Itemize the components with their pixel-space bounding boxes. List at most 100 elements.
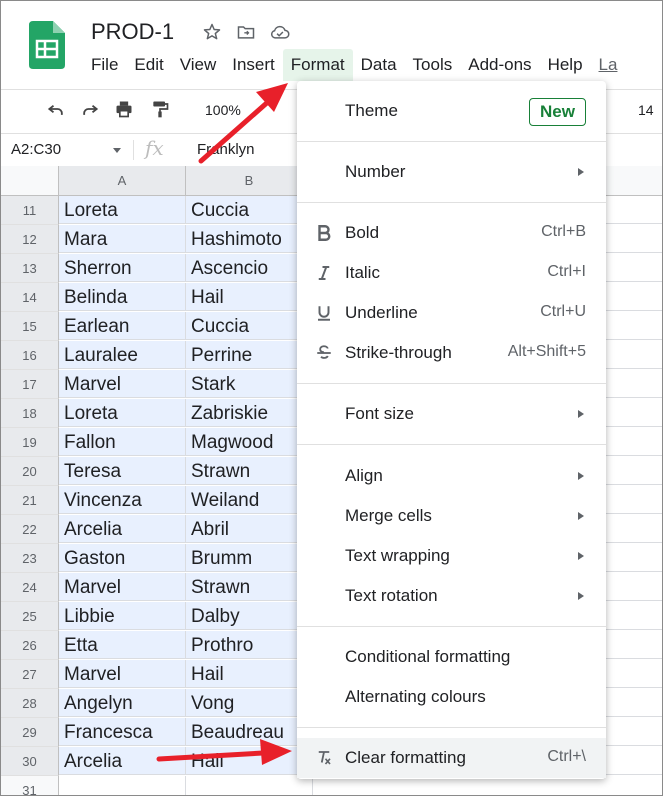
cell-last-name[interactable]: Abril <box>186 515 313 543</box>
cell-first-name[interactable]: Belinda <box>59 283 186 311</box>
cell-last-name[interactable]: Zabriskie <box>186 399 313 427</box>
menu-help[interactable]: Help <box>540 49 591 81</box>
row-header[interactable]: 26 <box>1 631 59 660</box>
row-header[interactable]: 15 <box>1 312 59 341</box>
last-edit-link[interactable]: La <box>591 49 626 81</box>
cell-first-name[interactable] <box>59 776 186 795</box>
row-header[interactable]: 12 <box>1 225 59 254</box>
cell-first-name[interactable]: Arcelia <box>59 747 186 775</box>
formula-input[interactable]: Franklyn <box>197 141 255 158</box>
move-to-folder-icon[interactable] <box>235 21 257 43</box>
menu-view[interactable]: View <box>172 49 225 81</box>
row-header[interactable]: 21 <box>1 486 59 515</box>
cell-first-name[interactable]: Marvel <box>59 370 186 398</box>
row-header[interactable]: 16 <box>1 341 59 370</box>
row-header[interactable]: 24 <box>1 573 59 602</box>
cell-last-name[interactable]: Strawn <box>186 573 313 601</box>
select-all-corner[interactable] <box>1 166 59 196</box>
format-menu-underline[interactable]: Underline Ctrl+U <box>297 293 606 333</box>
row-header[interactable]: 23 <box>1 544 59 573</box>
name-box-caret-icon[interactable] <box>113 148 121 153</box>
row-header[interactable]: 11 <box>1 196 59 225</box>
menu-tools[interactable]: Tools <box>405 49 461 81</box>
cell-first-name[interactable]: Earlean <box>59 312 186 340</box>
format-menu-bold[interactable]: Bold Ctrl+B <box>297 213 606 253</box>
cell-first-name[interactable]: Fallon <box>59 428 186 456</box>
row-header[interactable]: 22 <box>1 515 59 544</box>
cell-last-name[interactable]: Strawn <box>186 457 313 485</box>
cell-first-name[interactable]: Etta <box>59 631 186 659</box>
row-header[interactable]: 27 <box>1 660 59 689</box>
document-title[interactable]: PROD-1 <box>91 19 174 45</box>
row-header[interactable]: 25 <box>1 602 59 631</box>
cell-first-name[interactable]: Arcelia <box>59 515 186 543</box>
cell-last-name[interactable]: Stark <box>186 370 313 398</box>
cell-first-name[interactable]: Marvel <box>59 573 186 601</box>
format-menu-clear-formatting[interactable]: Clear formatting Ctrl+\ <box>297 738 606 778</box>
cell-last-name[interactable]: Ascencio <box>186 254 313 282</box>
row-header[interactable]: 31 <box>1 776 59 795</box>
star-icon[interactable] <box>201 21 223 43</box>
format-menu-alternating-colours[interactable]: Alternating colours <box>297 677 606 717</box>
format-menu-italic[interactable]: Italic Ctrl+I <box>297 253 606 293</box>
cell-last-name[interactable]: Prothro <box>186 631 313 659</box>
cell-first-name[interactable]: Vincenza <box>59 486 186 514</box>
cloud-saved-icon[interactable] <box>269 21 291 43</box>
cell-first-name[interactable]: Mara <box>59 225 186 253</box>
cell-first-name[interactable]: Gaston <box>59 544 186 572</box>
row-header[interactable]: 30 <box>1 747 59 776</box>
format-menu-align[interactable]: Align <box>297 456 606 496</box>
cell-first-name[interactable]: Lauralee <box>59 341 186 369</box>
redo-icon[interactable] <box>79 98 101 120</box>
paint-format-icon[interactable] <box>149 98 171 120</box>
menu-file[interactable]: File <box>83 49 126 81</box>
row-header[interactable]: 13 <box>1 254 59 283</box>
sheets-logo-icon[interactable] <box>29 21 65 69</box>
menu-format[interactable]: Format <box>282 49 353 81</box>
cell-last-name[interactable]: Magwood <box>186 428 313 456</box>
cell-last-name[interactable]: Hashimoto <box>186 225 313 253</box>
row-header[interactable]: 18 <box>1 399 59 428</box>
cell-last-name[interactable]: Cuccia <box>186 196 313 224</box>
cell-last-name[interactable]: Hail <box>186 660 313 688</box>
format-menu-number[interactable]: Number <box>297 152 606 192</box>
format-menu-strike-through[interactable]: Strike-through Alt+Shift+5 <box>297 333 606 373</box>
cell-last-name[interactable]: Vong <box>186 689 313 717</box>
cell-first-name[interactable]: Loreta <box>59 196 186 224</box>
row-header[interactable]: 29 <box>1 718 59 747</box>
font-size-input[interactable]: 14 <box>638 102 654 118</box>
row-header[interactable]: 20 <box>1 457 59 486</box>
cell-last-name[interactable]: Brumm <box>186 544 313 572</box>
cell-first-name[interactable]: Libbie <box>59 602 186 630</box>
format-menu-conditional-formatting[interactable]: Conditional formatting <box>297 637 606 677</box>
cell-last-name[interactable]: Perrine <box>186 341 313 369</box>
cell-first-name[interactable]: Loreta <box>59 399 186 427</box>
cell-last-name[interactable]: Hail <box>186 283 313 311</box>
cell-last-name[interactable]: Dalby <box>186 602 313 630</box>
format-menu-font-size[interactable]: Font size <box>297 394 606 434</box>
cell-last-name[interactable]: Cuccia <box>186 312 313 340</box>
cell-empty[interactable] <box>313 776 662 795</box>
cell-first-name[interactable]: Sherron <box>59 254 186 282</box>
cell-first-name[interactable]: Angelyn <box>59 689 186 717</box>
cell-first-name[interactable]: Teresa <box>59 457 186 485</box>
column-header-a[interactable]: A <box>59 166 186 196</box>
cell-last-name[interactable]: Weiland <box>186 486 313 514</box>
row-header[interactable]: 17 <box>1 370 59 399</box>
name-box[interactable]: A2:C30 <box>11 141 61 158</box>
zoom-select[interactable]: 100% <box>205 102 241 118</box>
menu-edit[interactable]: Edit <box>126 49 171 81</box>
row-header[interactable]: 28 <box>1 689 59 718</box>
cell-first-name[interactable]: Marvel <box>59 660 186 688</box>
format-menu-text-rotation[interactable]: Text rotation <box>297 576 606 616</box>
menu-add-ons[interactable]: Add-ons <box>460 49 539 81</box>
cell-last-name[interactable] <box>186 776 313 795</box>
menu-data[interactable]: Data <box>353 49 405 81</box>
column-header-b[interactable]: B <box>186 166 313 196</box>
row-header[interactable]: 19 <box>1 428 59 457</box>
cell-first-name[interactable]: Francesca <box>59 718 186 746</box>
format-menu-theme[interactable]: Theme New <box>297 91 606 131</box>
row-header[interactable]: 14 <box>1 283 59 312</box>
cell-last-name[interactable]: Beaudreau <box>186 718 313 746</box>
undo-icon[interactable] <box>45 98 67 120</box>
